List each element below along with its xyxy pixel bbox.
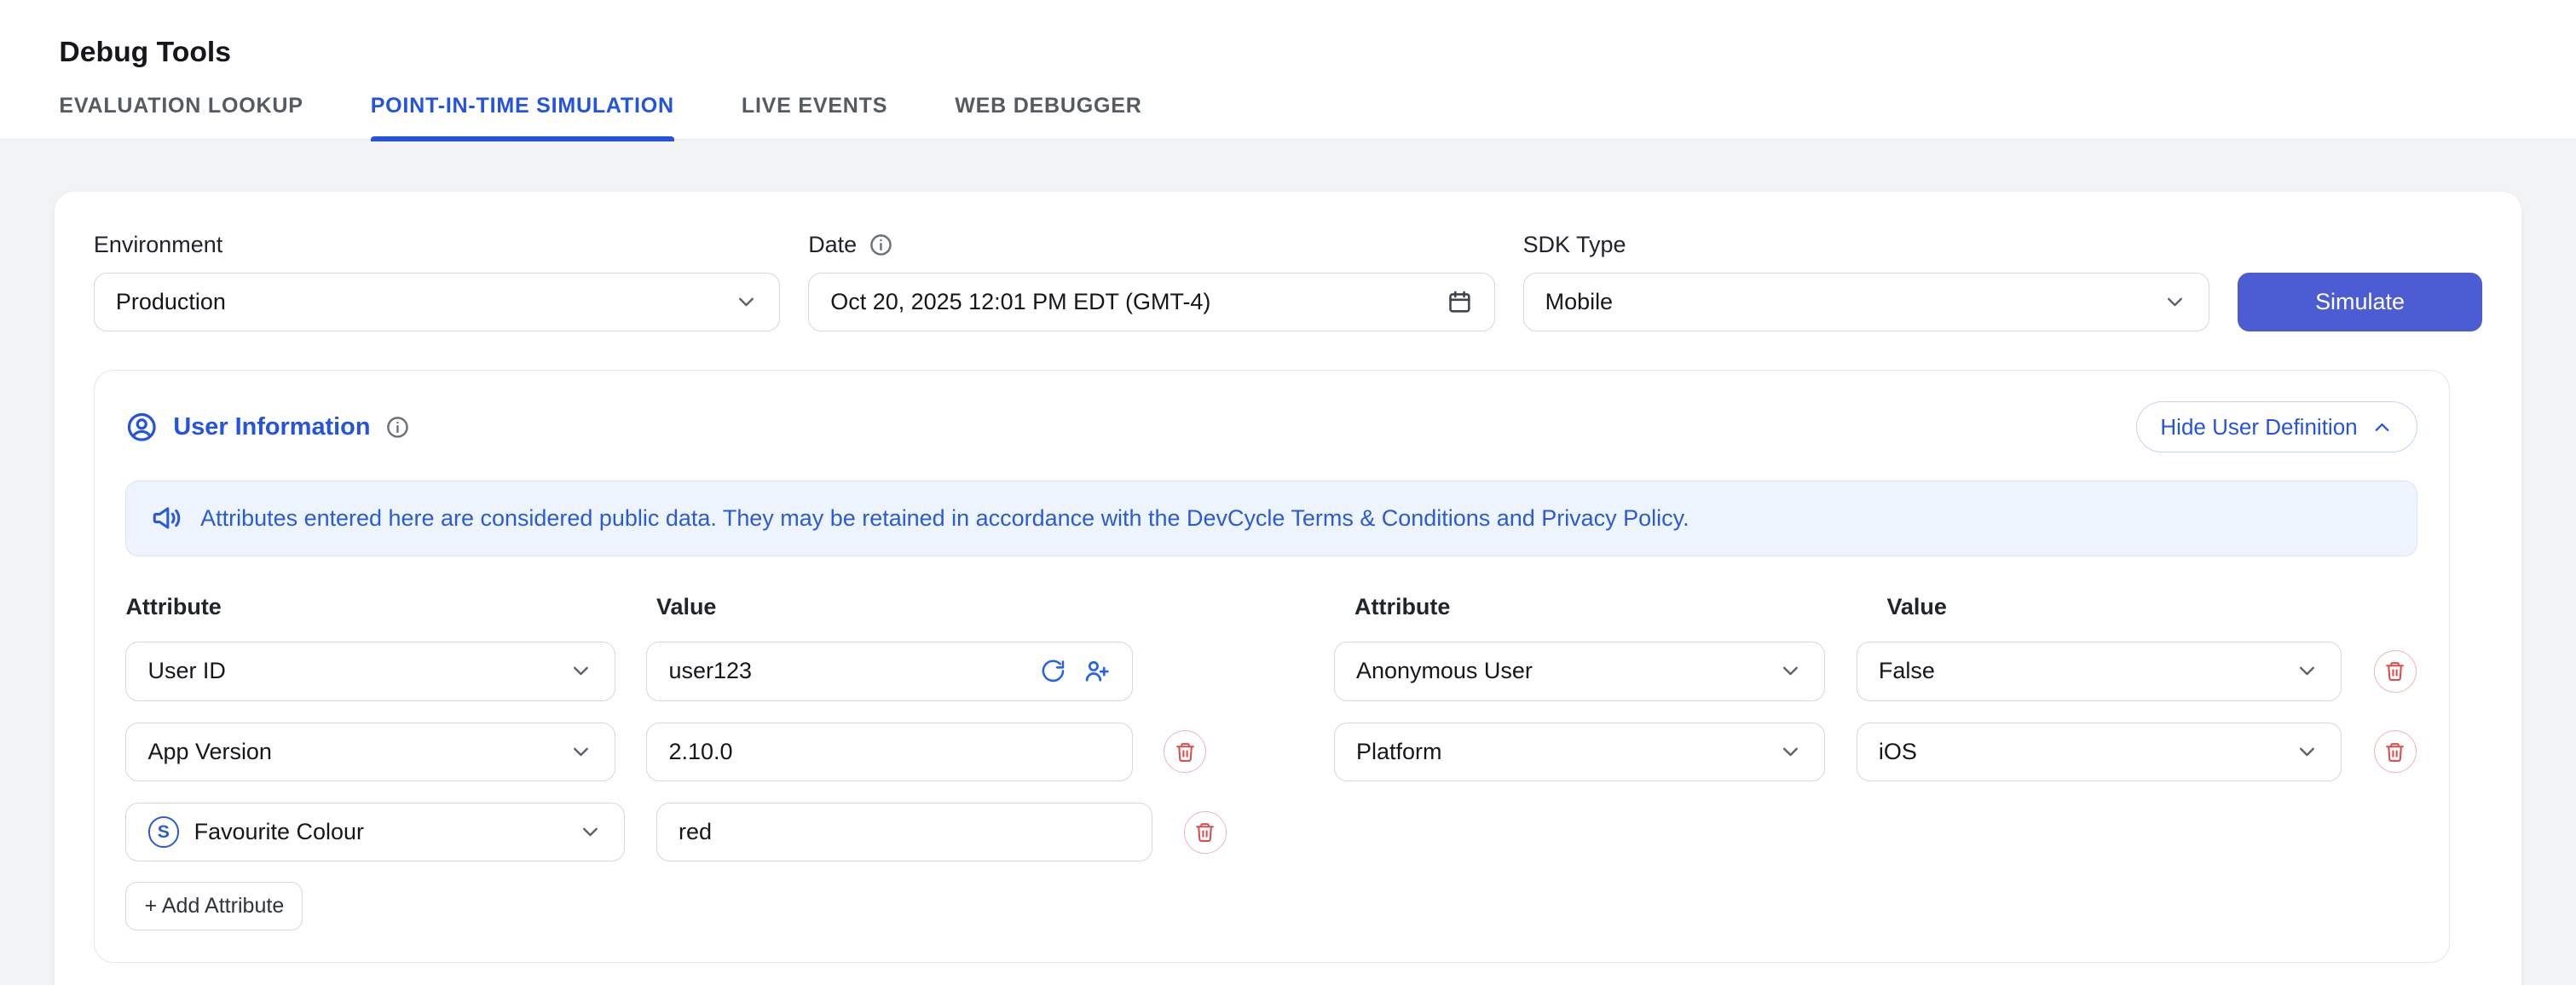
tab-web-debugger[interactable]: WEB DEBUGGER — [955, 94, 1141, 140]
page-header: Debug Tools EVALUATION LOOKUP POINT-IN-T… — [0, 0, 2576, 140]
value-header: Value — [656, 594, 1152, 620]
chevron-up-icon — [2371, 416, 2394, 439]
terms-and-conditions-link[interactable]: DevCycle Terms & Conditions — [1187, 505, 1490, 531]
attribute-header: Attribute — [125, 594, 625, 620]
page-title: Debug Tools — [59, 36, 2516, 69]
attribute-row: User ID user123 Anonymous User — [125, 642, 2417, 700]
delete-attribute-button[interactable] — [1164, 730, 1206, 773]
favourite-colour-value-input[interactable]: red — [656, 803, 1152, 861]
privacy-policy-link[interactable]: Privacy Policy — [1541, 505, 1683, 531]
tab-bar: EVALUATION LOOKUP POINT-IN-TIME SIMULATI… — [59, 94, 2516, 140]
string-type-icon: S — [148, 816, 180, 848]
sdk-type-field: SDK Type Mobile — [1523, 232, 2210, 332]
user-id-value-input[interactable]: user123 — [646, 642, 1133, 700]
calendar-icon[interactable] — [1447, 289, 1473, 315]
refresh-user-id-icon[interactable] — [1040, 658, 1066, 684]
user-information-title: User Information — [173, 413, 370, 441]
delete-attribute-button[interactable] — [2374, 730, 2417, 773]
chevron-down-icon — [569, 740, 593, 764]
environment-label: Environment — [94, 232, 781, 258]
chevron-down-icon — [1778, 659, 1803, 683]
debug-tools-page: Debug Tools EVALUATION LOOKUP POINT-IN-T… — [0, 0, 2576, 985]
user-information-header: User Information Hide User Definition — [125, 401, 2417, 452]
user-circle-icon — [125, 411, 159, 444]
attribute-header: Attribute — [1354, 594, 1856, 620]
attribute-select-user-id[interactable]: User ID — [125, 642, 615, 700]
attribute-select-platform[interactable]: Platform — [1334, 723, 1825, 781]
environment-value: Production — [116, 289, 226, 315]
banner-text: Attributes entered here are considered p… — [200, 505, 1689, 532]
tab-live-events[interactable]: LIVE EVENTS — [742, 94, 887, 140]
attribute-column-headers: Attribute Value Attribute Value — [125, 594, 2417, 620]
date-input[interactable]: Oct 20, 2025 12:01 PM EDT (GMT-4) — [808, 273, 1495, 331]
user-plus-icon[interactable] — [1083, 657, 1111, 685]
chevron-down-icon — [2295, 659, 2319, 683]
chevron-down-icon — [569, 659, 593, 683]
platform-value-select[interactable]: iOS — [1857, 723, 2342, 781]
simulation-controls-row: Environment Production Date — [94, 232, 2482, 332]
add-attribute-button[interactable]: + Add Attribute — [125, 882, 303, 931]
date-field: Date Oct 20, 2025 12:01 PM EDT (GMT-4) — [808, 232, 1495, 332]
simulation-card: Environment Production Date — [55, 192, 2522, 985]
environment-select[interactable]: Production — [94, 273, 781, 331]
chevron-down-icon — [734, 290, 759, 314]
page-content: Environment Production Date — [0, 140, 2576, 985]
public-data-banner: Attributes entered here are considered p… — [125, 481, 2417, 556]
sdk-type-label: SDK Type — [1523, 232, 2210, 258]
info-icon[interactable] — [385, 415, 410, 440]
user-information-section: User Information Hide User Definition — [94, 370, 2450, 963]
app-version-value-input[interactable]: 2.10.0 — [646, 723, 1133, 781]
date-label: Date — [808, 232, 857, 258]
delete-attribute-button[interactable] — [1184, 811, 1227, 854]
date-value: Oct 20, 2025 12:01 PM EDT (GMT-4) — [830, 289, 1210, 315]
attribute-select-favourite-colour[interactable]: S Favourite Colour — [125, 803, 625, 861]
delete-attribute-button[interactable] — [2374, 650, 2417, 693]
attribute-select-app-version[interactable]: App Version — [125, 723, 615, 781]
sdk-type-value: Mobile — [1545, 289, 1613, 315]
environment-field: Environment Production — [94, 232, 781, 332]
value-header: Value — [1886, 594, 2381, 620]
chevron-down-icon — [2295, 740, 2319, 764]
sdk-type-select[interactable]: Mobile — [1523, 273, 2210, 331]
chevron-down-icon — [578, 820, 603, 844]
chevron-down-icon — [2163, 290, 2187, 314]
attribute-row: S Favourite Colour red — [125, 803, 2417, 861]
tab-point-in-time-simulation[interactable]: POINT-IN-TIME SIMULATION — [371, 94, 674, 140]
attribute-select-anonymous-user[interactable]: Anonymous User — [1334, 642, 1825, 700]
simulate-button[interactable]: Simulate — [2238, 273, 2482, 331]
chevron-down-icon — [1778, 740, 1803, 764]
hide-user-definition-button[interactable]: Hide User Definition — [2136, 401, 2417, 452]
anonymous-user-value-select[interactable]: False — [1857, 642, 2342, 700]
attribute-row: App Version 2.10.0 Platform iOS — [125, 723, 2417, 781]
info-icon[interactable] — [869, 233, 893, 257]
tab-evaluation-lookup[interactable]: EVALUATION LOOKUP — [59, 94, 303, 140]
megaphone-icon — [151, 503, 182, 534]
